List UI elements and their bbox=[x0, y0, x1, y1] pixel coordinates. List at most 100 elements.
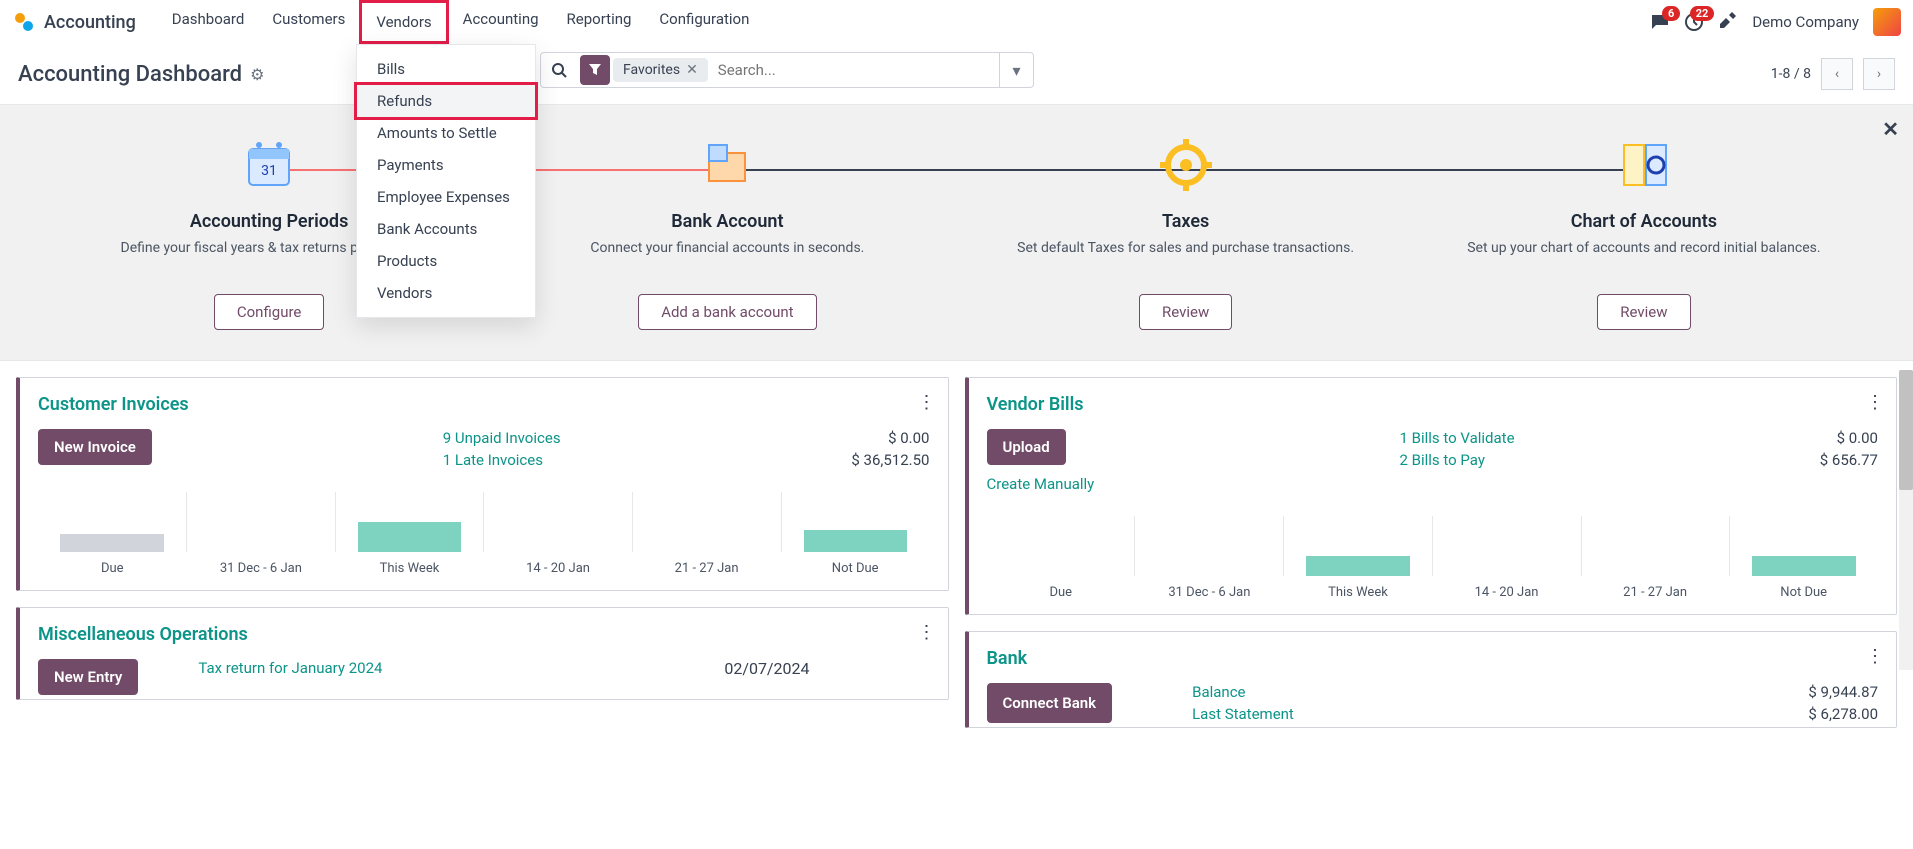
last-statement-link[interactable]: Last Statement bbox=[1192, 705, 1788, 723]
card-title[interactable]: Miscellaneous Operations bbox=[38, 624, 930, 645]
unpaid-invoices-link[interactable]: 9 Unpaid Invoices bbox=[443, 429, 561, 447]
onboarding-banner: ✕ 31 Accounting Periods Define your fisc… bbox=[0, 104, 1913, 361]
nav-customers[interactable]: Customers bbox=[258, 0, 359, 44]
dd-products[interactable]: Products bbox=[357, 245, 535, 277]
bills-chart bbox=[987, 517, 1879, 577]
bills-chart-labels: Due 31 Dec - 6 Jan This Week 14 - 20 Jan… bbox=[987, 585, 1879, 600]
connect-bank-button[interactable]: Connect Bank bbox=[987, 683, 1113, 723]
review-coa-button[interactable]: Review bbox=[1597, 294, 1690, 330]
user-avatar[interactable] bbox=[1873, 8, 1901, 36]
onboarding-steps: 31 Accounting Periods Define your fiscal… bbox=[40, 133, 1873, 330]
sub-bar: Accounting Dashboard ⚙ Favorites ✕ ▾ 1-8… bbox=[0, 44, 1913, 104]
search-bar: Favorites ✕ ▾ bbox=[540, 52, 1034, 88]
review-taxes-button[interactable]: Review bbox=[1139, 294, 1232, 330]
scrollbar-thumb[interactable] bbox=[1899, 370, 1913, 490]
page-title: Accounting Dashboard bbox=[18, 62, 242, 87]
favorites-chip-remove[interactable]: ✕ bbox=[686, 62, 698, 78]
bills-validate-link[interactable]: 1 Bills to Validate bbox=[1399, 429, 1514, 447]
step-desc: Set default Taxes for sales and purchase… bbox=[977, 238, 1395, 280]
chart-icon bbox=[1612, 133, 1676, 197]
step-title: Bank Account bbox=[518, 211, 936, 232]
step-bank: Bank Account Connect your financial acco… bbox=[498, 133, 956, 330]
nav-reporting[interactable]: Reporting bbox=[553, 0, 646, 44]
app-name[interactable]: Accounting bbox=[44, 12, 136, 33]
bills-pay-link[interactable]: 2 Bills to Pay bbox=[1399, 451, 1514, 469]
dd-bank-accounts[interactable]: Bank Accounts bbox=[357, 213, 535, 245]
card-bank: Bank ⋮ Connect Bank Balance Last Stateme… bbox=[965, 631, 1898, 728]
new-invoice-button[interactable]: New Invoice bbox=[38, 429, 152, 465]
tax-return-link[interactable]: Tax return for January 2024 bbox=[198, 659, 704, 695]
dd-vendors[interactable]: Vendors bbox=[357, 277, 535, 309]
nav-accounting[interactable]: Accounting bbox=[449, 0, 553, 44]
card-title[interactable]: Vendor Bills bbox=[987, 394, 1879, 415]
search-input[interactable] bbox=[714, 61, 999, 79]
card-title[interactable]: Customer Invoices bbox=[38, 394, 930, 415]
dd-payments[interactable]: Payments bbox=[357, 149, 535, 181]
search-icon[interactable] bbox=[541, 62, 577, 78]
upload-button[interactable]: Upload bbox=[987, 429, 1066, 465]
card-menu-icon[interactable]: ⋮ bbox=[918, 622, 936, 643]
tools-icon[interactable] bbox=[1718, 10, 1738, 34]
late-amount: $ 36,512.50 bbox=[851, 451, 929, 469]
vendors-dropdown: Bills Refunds Amounts to Settle Payments… bbox=[356, 44, 536, 318]
dd-refunds[interactable]: Refunds bbox=[354, 82, 538, 120]
svg-text:31: 31 bbox=[261, 163, 277, 179]
unpaid-amount: $ 0.00 bbox=[851, 429, 929, 447]
banner-close[interactable]: ✕ bbox=[1882, 117, 1899, 141]
card-customer-invoices: Customer Invoices ⋮ New Invoice 9 Unpaid… bbox=[16, 377, 949, 591]
nav-right: 6 22 Demo Company bbox=[1650, 8, 1901, 36]
gear-icon[interactable]: ⚙ bbox=[250, 65, 264, 84]
search-dropdown-toggle[interactable]: ▾ bbox=[999, 53, 1033, 87]
favorites-chip-label: Favorites bbox=[623, 62, 680, 78]
tax-return-date: 02/07/2024 bbox=[724, 659, 809, 695]
pager-prev[interactable]: ‹ bbox=[1821, 58, 1853, 90]
create-manually-link[interactable]: Create Manually bbox=[987, 475, 1095, 493]
invoices-chart bbox=[38, 493, 930, 553]
page-title-wrap: Accounting Dashboard ⚙ bbox=[18, 62, 264, 87]
card-menu-icon[interactable]: ⋮ bbox=[1866, 646, 1884, 667]
invoices-chart-labels: Due 31 Dec - 6 Jan This Week 14 - 20 Jan… bbox=[38, 561, 930, 576]
step-title: Chart of Accounts bbox=[1435, 211, 1853, 232]
validate-amount: $ 0.00 bbox=[1820, 429, 1878, 447]
filter-icon[interactable] bbox=[580, 55, 610, 85]
add-bank-button[interactable]: Add a bank account bbox=[638, 294, 816, 330]
balance-amount: $ 9,944.87 bbox=[1808, 683, 1878, 701]
app-logo[interactable] bbox=[12, 10, 36, 34]
nav-configuration[interactable]: Configuration bbox=[645, 0, 763, 44]
scrollbar[interactable] bbox=[1899, 370, 1913, 670]
nav-dashboard[interactable]: Dashboard bbox=[158, 0, 259, 44]
last-statement-amount: $ 6,278.00 bbox=[1808, 705, 1878, 723]
activities-badge: 22 bbox=[1690, 6, 1715, 21]
card-title[interactable]: Bank bbox=[987, 648, 1879, 669]
dashboard-cards: Customer Invoices ⋮ New Invoice 9 Unpaid… bbox=[0, 361, 1913, 744]
pager-text: 1-8 / 8 bbox=[1771, 66, 1811, 82]
step-coa: Chart of Accounts Set up your chart of a… bbox=[1415, 133, 1873, 330]
company-name[interactable]: Demo Company bbox=[1752, 13, 1859, 31]
dd-bills[interactable]: Bills bbox=[357, 53, 535, 85]
card-misc-ops: Miscellaneous Operations ⋮ New Entry Tax… bbox=[16, 607, 949, 700]
new-entry-button[interactable]: New Entry bbox=[38, 659, 138, 695]
pager-next[interactable]: › bbox=[1863, 58, 1895, 90]
calendar-icon: 31 bbox=[237, 133, 301, 197]
messages-badge: 6 bbox=[1662, 6, 1680, 21]
step-desc: Set up your chart of accounts and record… bbox=[1435, 238, 1853, 280]
late-invoices-link[interactable]: 1 Late Invoices bbox=[443, 451, 561, 469]
pager: 1-8 / 8 ‹ › bbox=[1771, 58, 1895, 90]
configure-button[interactable]: Configure bbox=[214, 294, 325, 330]
dd-amounts[interactable]: Amounts to Settle bbox=[357, 117, 535, 149]
nav-items: Dashboard Customers Vendors Accounting R… bbox=[158, 0, 764, 44]
bank-icon bbox=[695, 133, 759, 197]
pay-amount: $ 656.77 bbox=[1820, 451, 1878, 469]
card-vendor-bills: Vendor Bills ⋮ Upload Create Manually 1 … bbox=[965, 377, 1898, 615]
balance-link[interactable]: Balance bbox=[1192, 683, 1788, 701]
nav-vendors[interactable]: Vendors bbox=[359, 0, 448, 44]
card-menu-icon[interactable]: ⋮ bbox=[1866, 392, 1884, 413]
dd-expenses[interactable]: Employee Expenses bbox=[357, 181, 535, 213]
favorites-chip[interactable]: Favorites ✕ bbox=[613, 58, 708, 82]
activities-icon[interactable]: 22 bbox=[1684, 12, 1704, 32]
messages-icon[interactable]: 6 bbox=[1650, 12, 1670, 32]
step-desc: Connect your financial accounts in secon… bbox=[518, 238, 936, 280]
gear-large-icon bbox=[1154, 133, 1218, 197]
card-menu-icon[interactable]: ⋮ bbox=[918, 392, 936, 413]
top-nav: Accounting Dashboard Customers Vendors A… bbox=[0, 0, 1913, 44]
